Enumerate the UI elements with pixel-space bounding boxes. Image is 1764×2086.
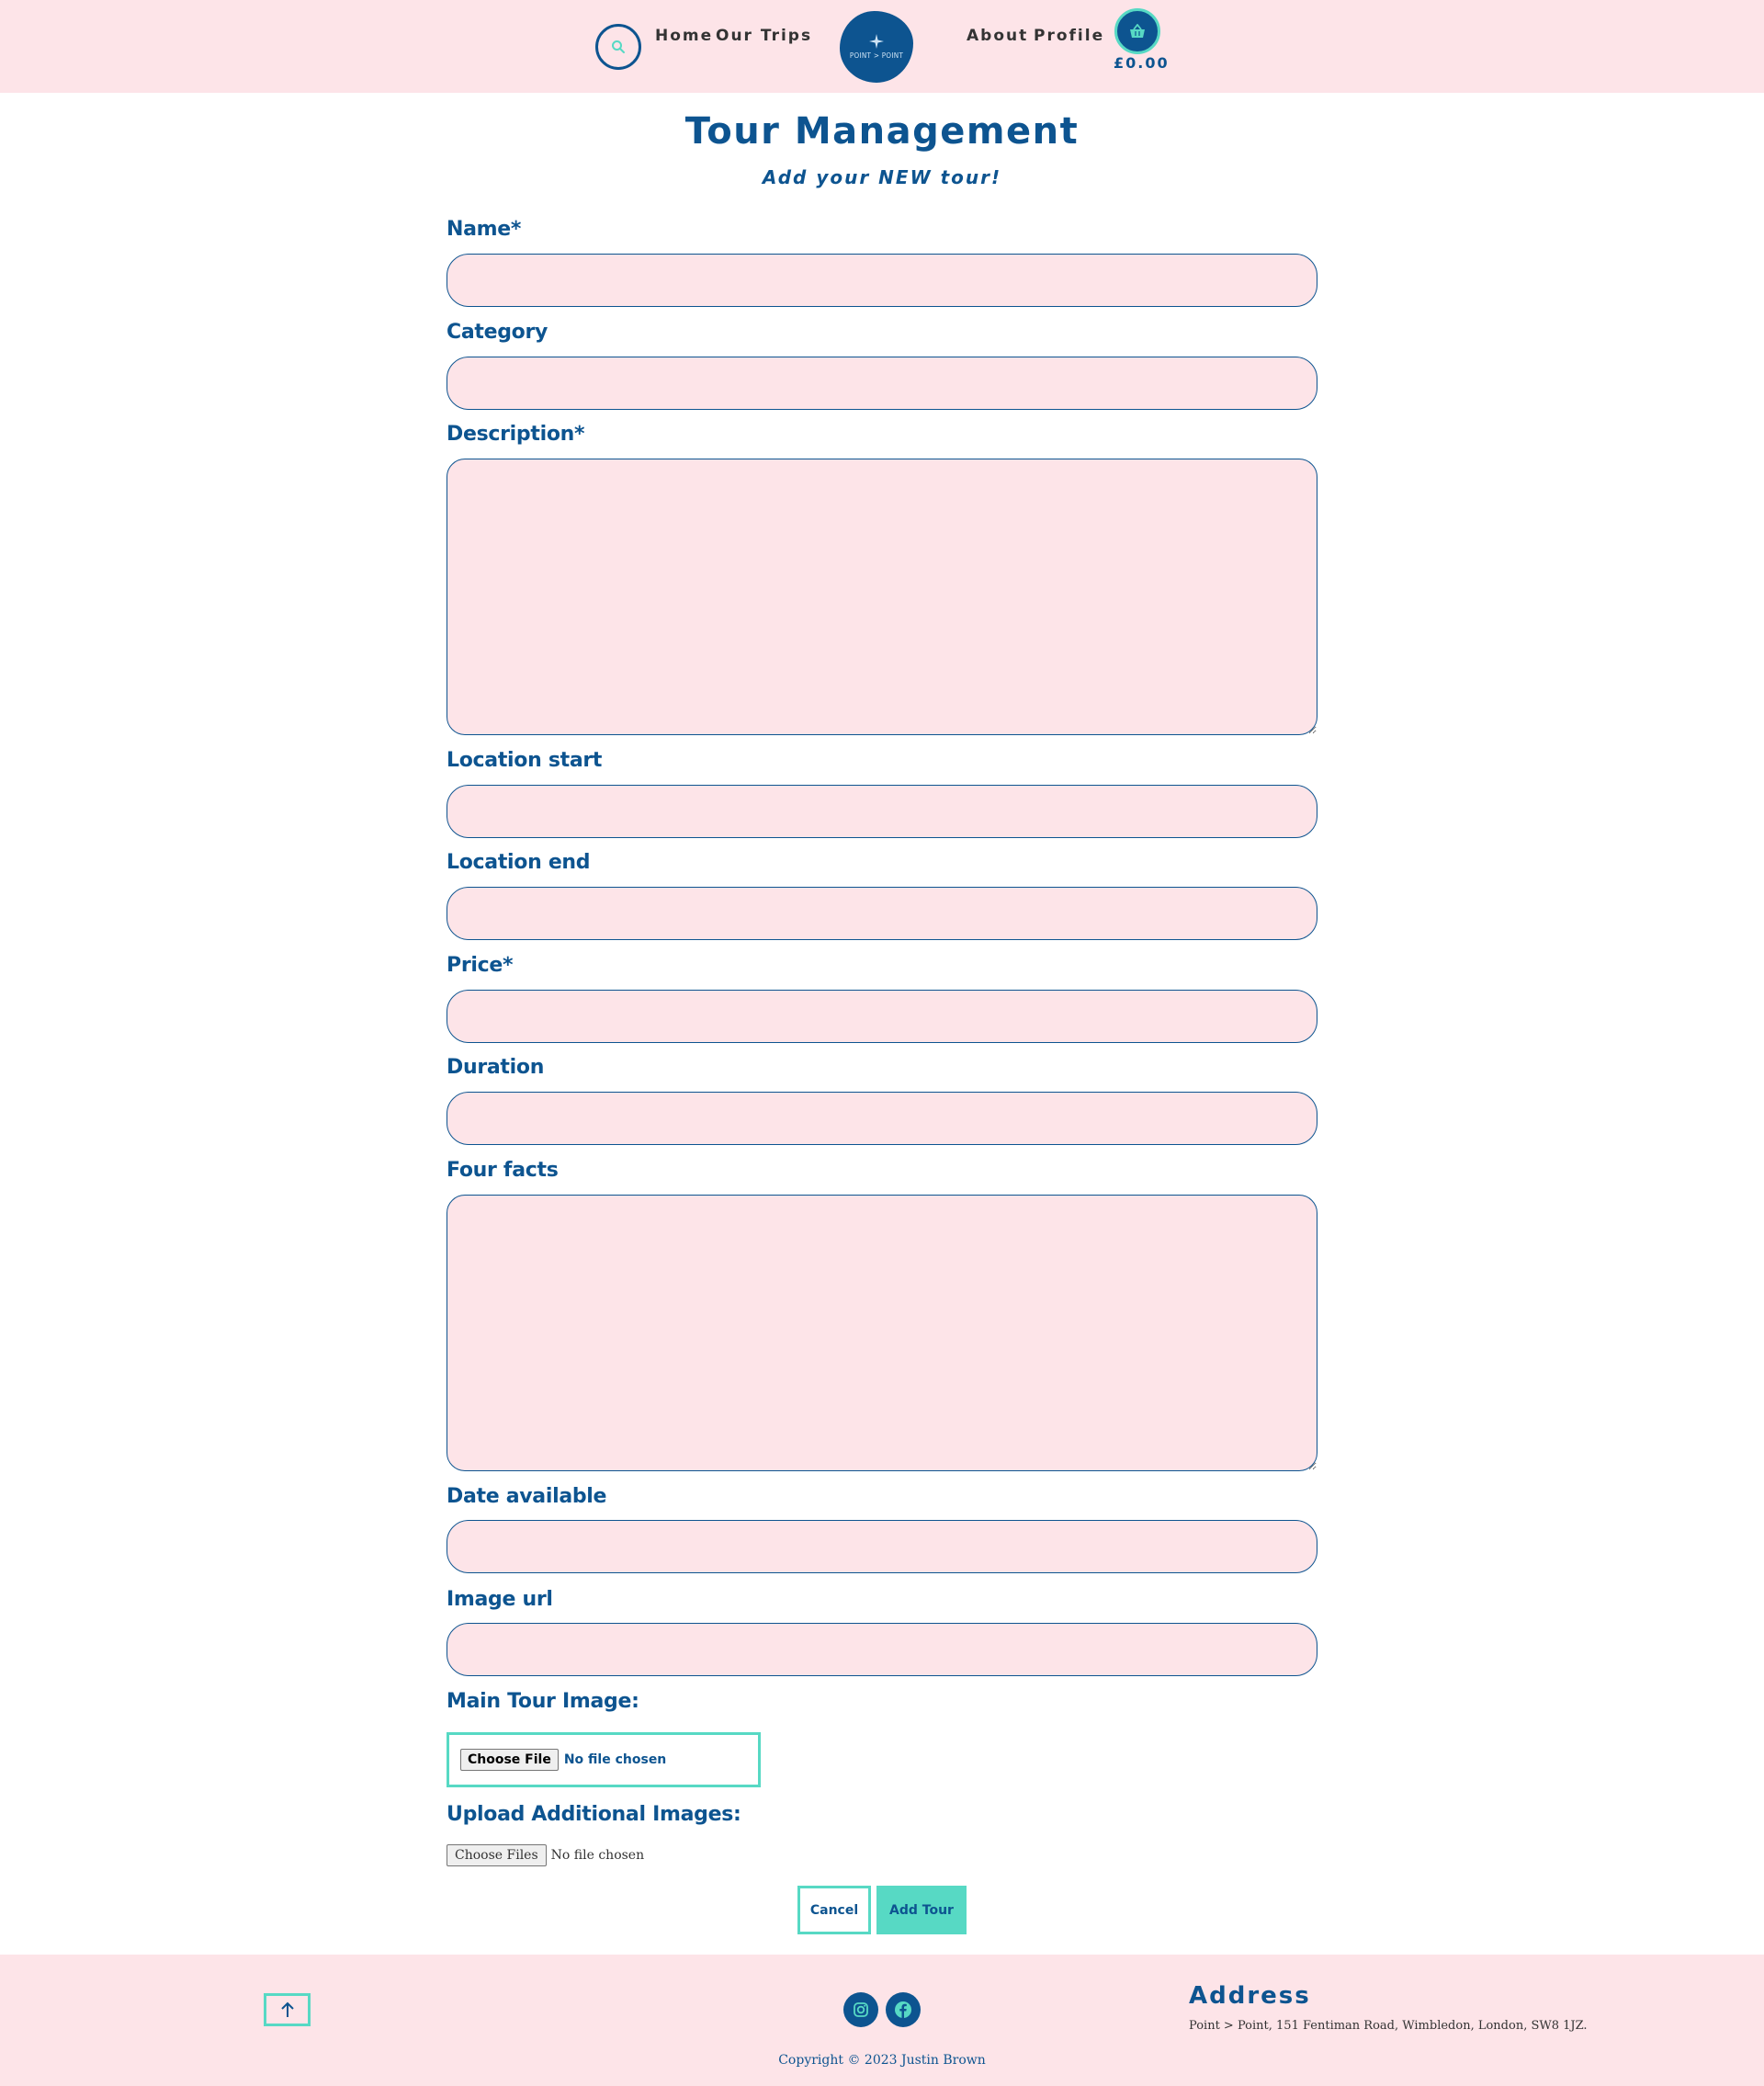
category-input[interactable] xyxy=(447,357,1317,410)
date-available-label: Date available xyxy=(447,1485,607,1508)
address-text: Point > Point, 151 Fentiman Road, Wimble… xyxy=(1189,2019,1588,2033)
additional-images-file-status: No file chosen xyxy=(550,1848,645,1863)
search-icon xyxy=(612,40,625,53)
main-image-file-input[interactable]: Choose File No file chosen xyxy=(447,1732,761,1787)
main-image-file-status: No file chosen xyxy=(563,1752,667,1767)
image-url-label: Image url xyxy=(447,1588,553,1611)
location-start-label: Location start xyxy=(447,749,603,772)
facebook-icon xyxy=(895,2001,911,2018)
site-logo[interactable]: POINT > POINT xyxy=(840,11,913,83)
category-label: Category xyxy=(447,321,548,344)
logo-text: POINT > POINT xyxy=(849,51,904,60)
compass-icon xyxy=(869,34,884,49)
search-button[interactable] xyxy=(595,24,641,70)
arrow-up-icon xyxy=(280,2001,294,2017)
additional-images-label: Upload Additional Images: xyxy=(447,1803,741,1826)
site-footer: Address Point > Point, 151 Fentiman Road… xyxy=(0,1955,1764,2086)
location-end-input[interactable] xyxy=(447,887,1317,940)
name-label: Name* xyxy=(447,218,522,241)
basket-total: £0.00 xyxy=(1114,54,1170,72)
page-title: Tour Management xyxy=(684,110,1080,153)
main-image-label: Main Tour Image: xyxy=(447,1690,639,1713)
duration-label: Duration xyxy=(447,1056,545,1079)
site-header: Home Our Trips POINT > POINT About Profi… xyxy=(0,0,1764,93)
location-start-input[interactable] xyxy=(447,785,1317,838)
basket-button[interactable] xyxy=(1114,8,1160,54)
price-input[interactable] xyxy=(447,990,1317,1043)
copyright-text: Copyright © 2023 Justin Brown xyxy=(778,2053,986,2068)
nav-home-link[interactable]: Home xyxy=(655,27,713,45)
basket-icon xyxy=(1130,24,1145,38)
instagram-link[interactable] xyxy=(843,1992,878,2027)
price-label: Price* xyxy=(447,954,514,977)
facebook-link[interactable] xyxy=(886,1992,921,2027)
cancel-button[interactable]: Cancel xyxy=(797,1886,871,1934)
back-to-top-button[interactable] xyxy=(264,1993,311,2026)
duration-input[interactable] xyxy=(447,1092,1317,1145)
add-tour-button[interactable]: Add Tour xyxy=(876,1886,967,1934)
description-textarea[interactable] xyxy=(447,459,1317,735)
choose-file-button[interactable]: Choose File xyxy=(460,1749,559,1771)
description-label: Description* xyxy=(447,423,585,446)
additional-images-file-input[interactable]: Choose Files No file chosen xyxy=(447,1844,644,1866)
location-end-label: Location end xyxy=(447,851,591,874)
name-input[interactable] xyxy=(447,254,1317,307)
four-facts-textarea[interactable] xyxy=(447,1195,1317,1471)
address-heading: Address xyxy=(1189,1982,1311,2010)
image-url-input[interactable] xyxy=(447,1623,1317,1676)
nav-profile-link[interactable]: Profile xyxy=(1034,27,1104,45)
date-available-input[interactable] xyxy=(447,1520,1317,1573)
page-subtitle: Add your NEW tour! xyxy=(762,166,1002,188)
instagram-icon xyxy=(854,2002,868,2017)
nav-our-trips-link[interactable]: Our Trips xyxy=(716,27,812,45)
four-facts-label: Four facts xyxy=(447,1159,559,1182)
nav-about-link[interactable]: About xyxy=(967,27,1028,45)
choose-files-button[interactable]: Choose Files xyxy=(447,1844,547,1866)
